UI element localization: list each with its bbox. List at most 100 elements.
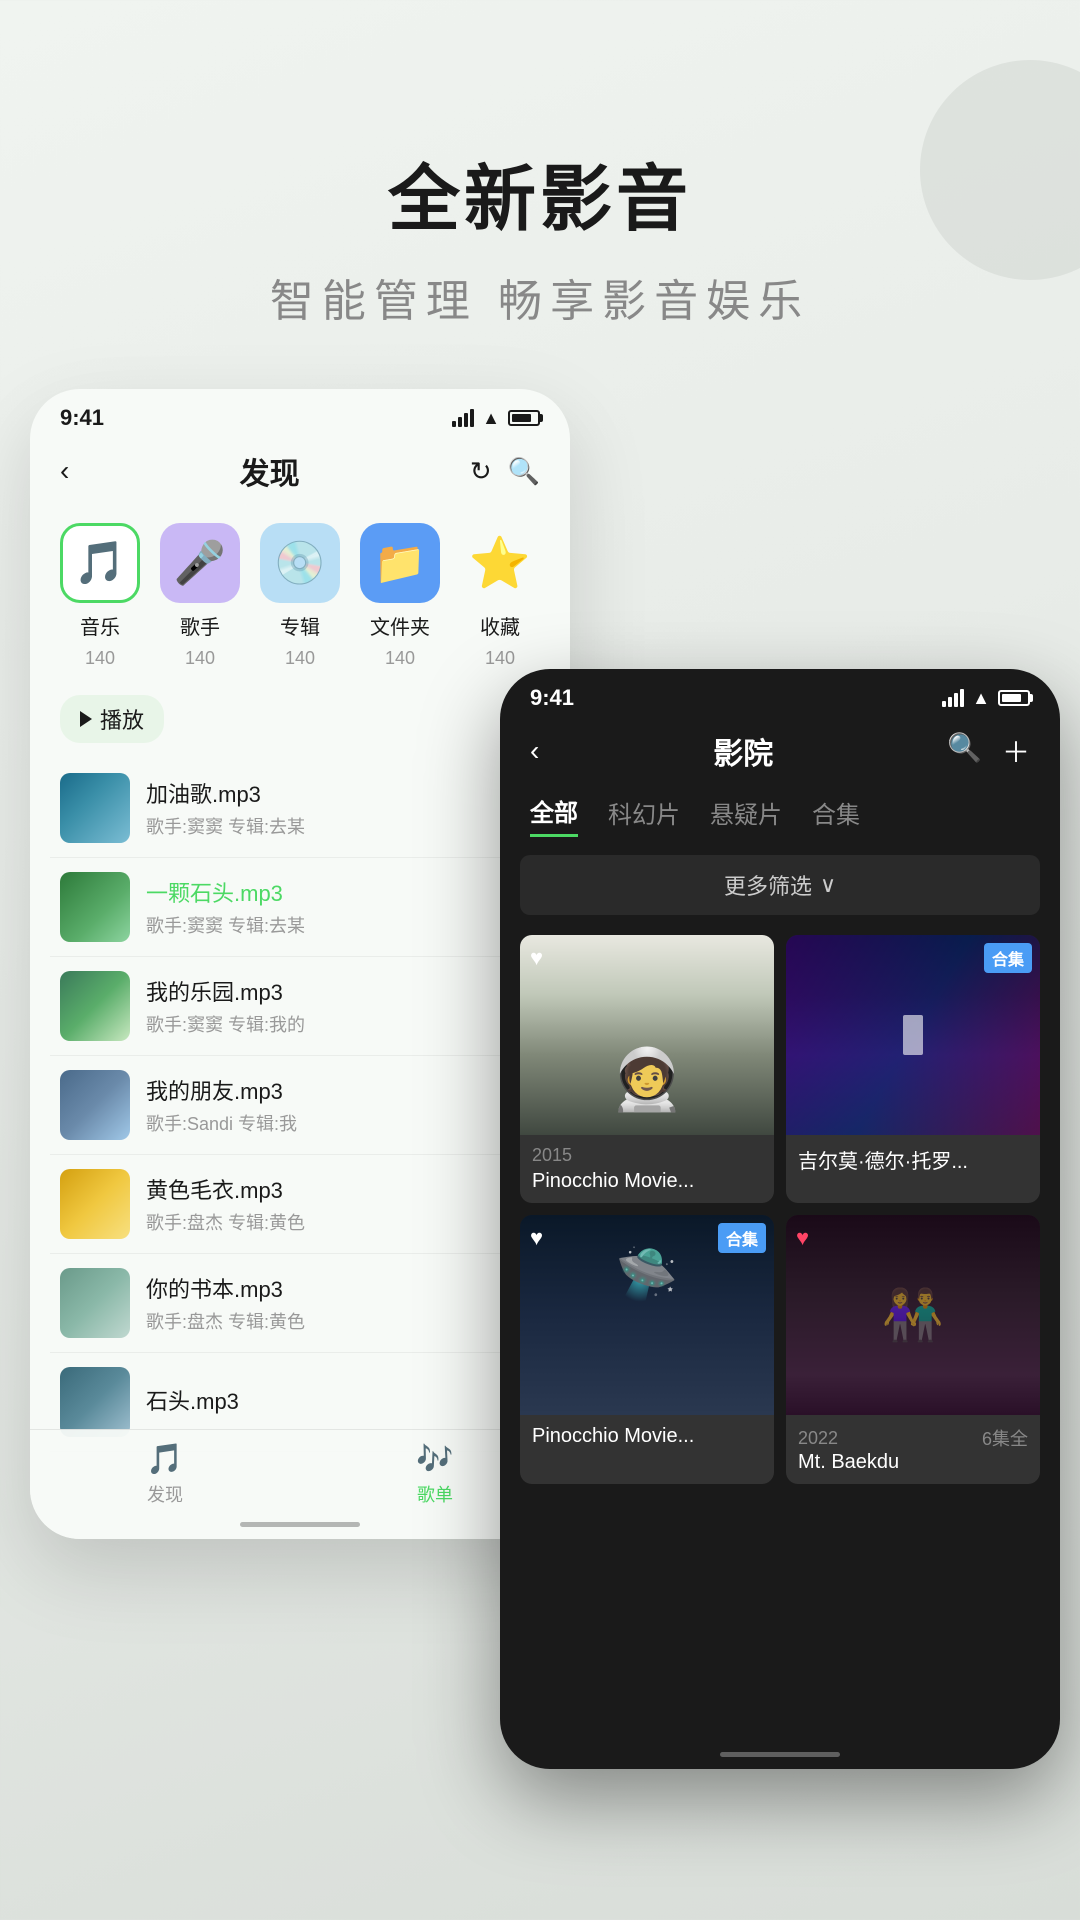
- song-meta: 歌手:窦窦 专辑:我的: [146, 1011, 540, 1037]
- nav-playlist-label: 歌单: [417, 1481, 453, 1507]
- nav-playlist[interactable]: 🎶 歌单: [416, 1442, 453, 1507]
- hero-section: 全新影音 智能管理 畅享影音娱乐: [0, 0, 1080, 389]
- phones-container: 9:41 ▲ ‹ 发现 ↻ 🔍: [0, 389, 1080, 1789]
- heart-icon-filled: ♥: [796, 1225, 809, 1251]
- filter-chevron-icon: ∨: [820, 872, 836, 898]
- movie-badge: 合集: [718, 1223, 766, 1253]
- back-icon-right[interactable]: ‹: [530, 735, 539, 767]
- song-info: 一颗石头.mp3 歌手:窦窦 专辑:去某: [146, 876, 540, 938]
- favorite-icon: ⭐: [460, 523, 540, 603]
- song-title: 我的朋友.mp3: [146, 1074, 540, 1106]
- play-button[interactable]: 播放: [60, 695, 164, 743]
- hero-title: 全新影音: [0, 140, 1080, 245]
- category-label-singer: 歌手: [180, 611, 220, 640]
- category-label-music: 音乐: [80, 611, 120, 640]
- add-icon[interactable]: ＋: [1002, 731, 1030, 771]
- category-count-folder: 140: [385, 648, 415, 669]
- heart-icon: ♥: [530, 1225, 543, 1251]
- hero-subtitle: 智能管理 畅享影音娱乐: [0, 265, 1080, 329]
- list-item[interactable]: 你的书本.mp3 歌手:盘杰 专辑:黄色: [50, 1254, 550, 1353]
- movie-card[interactable]: 合集 吉尔莫·德尔·托罗...: [786, 935, 1040, 1203]
- category-count-album: 140: [285, 648, 315, 669]
- category-grid: 🎵 音乐 140 🎤 歌手 140 💿 专辑 140: [30, 503, 570, 679]
- song-title: 你的书本.mp3: [146, 1272, 540, 1304]
- tab-collection[interactable]: 合集: [812, 795, 860, 836]
- song-thumbnail: [60, 1169, 130, 1239]
- time-right: 9:41: [530, 685, 574, 711]
- home-indicator: [240, 1522, 360, 1527]
- song-meta: 歌手:盘杰 专辑:黄色: [146, 1308, 540, 1334]
- nav-discover[interactable]: 🎵 发现: [146, 1442, 183, 1507]
- battery-icon-right: [998, 690, 1030, 706]
- phone-left: 9:41 ▲ ‹ 发现 ↻ 🔍: [30, 389, 570, 1539]
- category-favorite[interactable]: ⭐ 收藏 140: [460, 523, 540, 669]
- tab-scifi[interactable]: 科幻片: [608, 795, 680, 836]
- category-music[interactable]: 🎵 音乐 140: [60, 523, 140, 669]
- movie-info: 2015 Pinocchio Movie...: [520, 1135, 774, 1203]
- search-icon-right[interactable]: 🔍: [947, 731, 982, 771]
- filter-label: 更多筛选: [724, 869, 812, 901]
- battery-icon: [508, 410, 540, 426]
- phone-right: 9:41 ▲ ‹ 影院 🔍 ＋ 全部 科幻片 悬疑片: [500, 669, 1060, 1769]
- heart-icon: ♥: [530, 945, 543, 971]
- movie-title: Pinocchio Movie...: [532, 1425, 762, 1448]
- song-info: 黄色毛衣.mp3 歌手:盘杰 专辑:黄色: [146, 1173, 540, 1235]
- list-item[interactable]: 我的乐园.mp3 歌手:窦窦 专辑:我的: [50, 957, 550, 1056]
- refresh-icon[interactable]: ↻: [470, 456, 492, 487]
- category-album[interactable]: 💿 专辑 140: [260, 523, 340, 669]
- search-icon[interactable]: 🔍: [508, 456, 540, 487]
- movie-card[interactable]: 👫 ♥ 2022 6集全 Mt. Baekdu: [786, 1215, 1040, 1484]
- song-meta: 歌手:Sandi 专辑:我: [146, 1110, 540, 1136]
- filter-bar[interactable]: 更多筛选 ∨: [520, 855, 1040, 915]
- movie-grid: ♥ 2015 Pinocchio Movie... 合集 吉尔莫·德尔·托罗..…: [500, 923, 1060, 1496]
- category-singer[interactable]: 🎤 歌手 140: [160, 523, 240, 669]
- tab-all[interactable]: 全部: [530, 793, 578, 837]
- movie-info: Pinocchio Movie...: [520, 1415, 774, 1458]
- list-item[interactable]: 加油歌.mp3 歌手:窦窦 专辑:去某: [50, 759, 550, 858]
- category-folder[interactable]: 📁 文件夹 140: [360, 523, 440, 669]
- movie-card[interactable]: 🛸 合集 ♥ Pinocchio Movie...: [520, 1215, 774, 1484]
- signal-icon: [452, 409, 474, 427]
- movie-year: 2015: [532, 1145, 762, 1166]
- song-info: 我的朋友.mp3 歌手:Sandi 专辑:我: [146, 1074, 540, 1136]
- song-thumbnail: [60, 1367, 130, 1437]
- nav-bar-left: ‹ 发现 ↻ 🔍: [30, 439, 570, 503]
- nav-actions-right: 🔍 ＋: [947, 731, 1030, 771]
- song-thumbnail: [60, 971, 130, 1041]
- movie-thumbnail-1: [520, 935, 774, 1135]
- nav-actions-left: ↻ 🔍: [470, 456, 540, 487]
- wifi-icon: ▲: [482, 408, 500, 429]
- status-bar-left: 9:41 ▲: [30, 389, 570, 439]
- movie-card[interactable]: ♥ 2015 Pinocchio Movie...: [520, 935, 774, 1203]
- list-item[interactable]: 我的朋友.mp3 歌手:Sandi 专辑:我: [50, 1056, 550, 1155]
- song-title: 石头.mp3: [146, 1384, 540, 1416]
- play-bar: 播放: [30, 679, 570, 759]
- movie-thumbnail-4: 👫: [786, 1215, 1040, 1415]
- play-triangle-icon: [80, 711, 92, 727]
- song-title: 一颗石头.mp3: [146, 876, 540, 908]
- category-count-music: 140: [85, 648, 115, 669]
- song-title: 我的乐园.mp3: [146, 975, 540, 1007]
- tab-mystery[interactable]: 悬疑片: [710, 795, 782, 836]
- movie-episodes: 6集全: [982, 1425, 1028, 1451]
- song-title: 加油歌.mp3: [146, 777, 540, 809]
- list-item[interactable]: 一颗石头.mp3 歌手:窦窦 专辑:去某: [50, 858, 550, 957]
- song-thumbnail: [60, 1070, 130, 1140]
- back-icon[interactable]: ‹: [60, 455, 69, 487]
- movie-title: Mt. Baekdu: [798, 1451, 1028, 1474]
- nav-title-right: 影院: [713, 729, 773, 773]
- tabs-bar: 全部 科幻片 悬疑片 合集: [500, 783, 1060, 847]
- nav-bar-right: ‹ 影院 🔍 ＋: [500, 719, 1060, 783]
- status-icons-left: ▲: [452, 408, 540, 429]
- song-meta: 歌手:窦窦 专辑:去某: [146, 813, 540, 839]
- song-info: 我的乐园.mp3 歌手:窦窦 专辑:我的: [146, 975, 540, 1037]
- song-info: 你的书本.mp3 歌手:盘杰 专辑:黄色: [146, 1272, 540, 1334]
- movie-title: Pinocchio Movie...: [532, 1170, 762, 1193]
- song-thumbnail: [60, 773, 130, 843]
- list-item[interactable]: 黄色毛衣.mp3 歌手:盘杰 专辑:黄色: [50, 1155, 550, 1254]
- album-icon: 💿: [260, 523, 340, 603]
- time-left: 9:41: [60, 405, 104, 431]
- status-icons-right: ▲: [942, 688, 1030, 709]
- category-label-favorite: 收藏: [480, 611, 520, 640]
- nav-title-left: 发现: [240, 449, 300, 493]
